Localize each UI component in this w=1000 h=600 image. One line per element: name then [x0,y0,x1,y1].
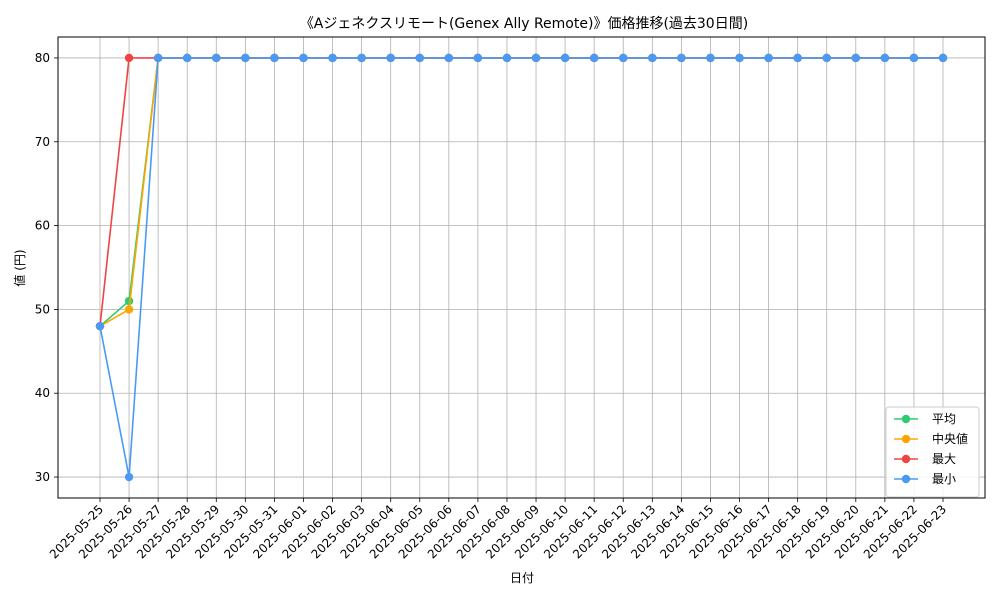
legend-label: 中央値 [932,431,968,446]
data-point [212,53,221,63]
legend-marker [901,414,911,424]
data-point [415,53,424,63]
y-tick-label: 50 [35,302,50,316]
data-point [619,53,628,63]
data-point [909,53,919,63]
data-point [299,53,308,63]
data-point [822,53,831,63]
y-tick-label: 70 [35,135,50,149]
data-point [677,53,686,63]
legend-label: 最小 [932,472,956,486]
legend-marker [901,454,911,464]
data-point [183,53,192,63]
data-point [124,472,134,482]
data-point [357,53,366,63]
data-point [648,53,657,63]
legend: 平均中央値最大最小 [885,406,980,498]
legend-label: 平均 [932,412,956,426]
price-chart: 《Aジェネクスリモート(Genex Ally Remote)》価格推移(過去30… [0,0,1000,600]
data-point [124,53,134,63]
legend-label: 最大 [932,452,956,466]
data-point [560,53,570,63]
data-point [153,53,163,63]
data-point [764,53,773,63]
data-point [444,53,454,63]
y-tick-label: 80 [35,51,50,65]
data-point [270,53,279,63]
y-tick-label: 30 [35,470,50,484]
data-point [938,53,948,63]
x-axis-title: 日付 [510,571,534,585]
chart-title: 《Aジェネクスリモート(Genex Ally Remote)》価格推移(過去30… [300,16,748,32]
data-point [706,53,715,63]
data-point [502,53,512,63]
data-point [473,53,483,63]
data-point [124,305,134,314]
data-point [735,53,744,63]
data-point [95,321,105,331]
data-point [589,53,599,63]
data-point [793,53,802,63]
y-axis-title: 値 (円) [12,249,27,286]
y-tick-label: 60 [35,219,50,233]
data-point [531,53,541,63]
data-point [880,53,890,63]
data-point [851,53,860,63]
legend-marker [901,474,911,484]
y-tick-label: 40 [35,386,50,400]
data-point [386,53,395,63]
data-point [328,53,337,63]
legend-marker [901,434,911,444]
data-point [241,53,250,63]
